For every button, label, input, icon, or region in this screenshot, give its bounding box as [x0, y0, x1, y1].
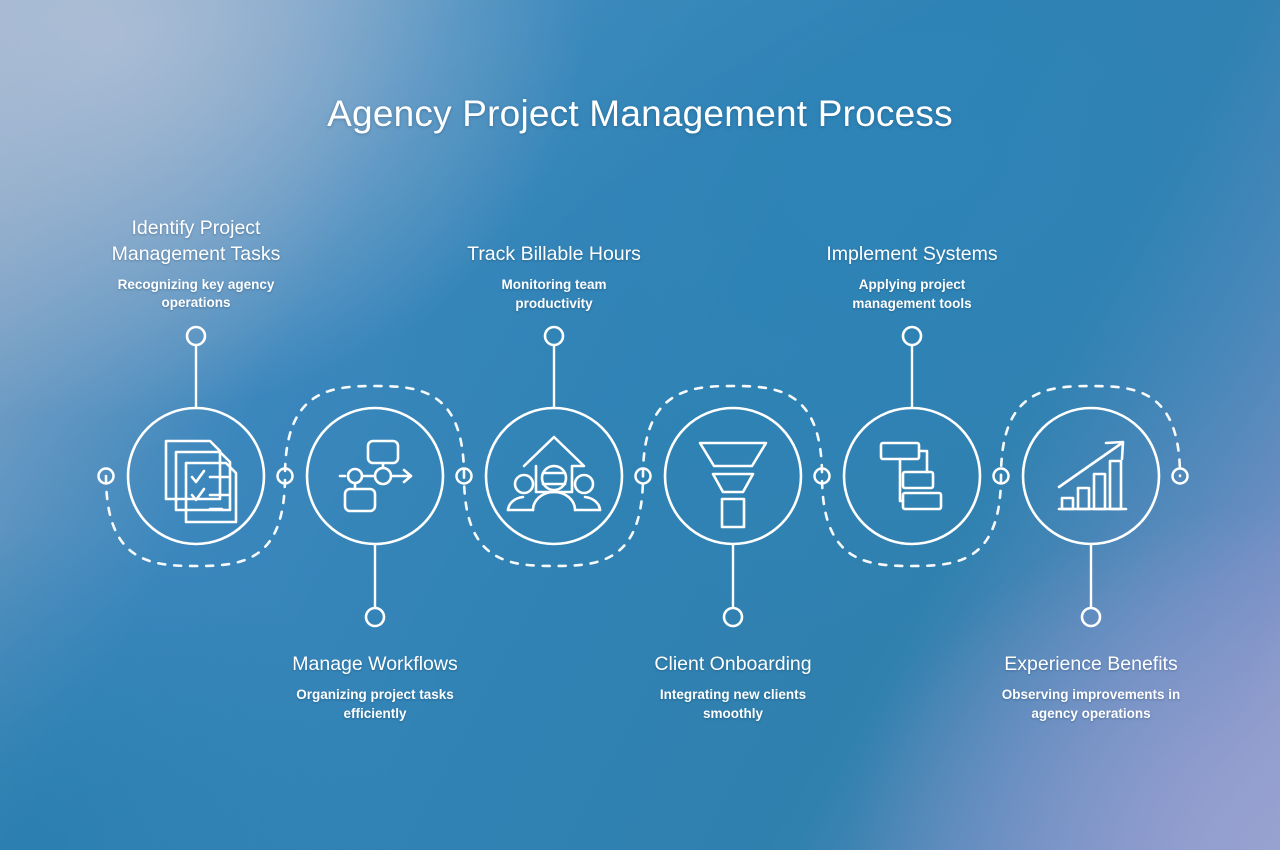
infographic-canvas: Agency Project Management Process Identi…	[0, 0, 1280, 850]
step-label-2: Manage Workflows Organizing project task…	[250, 652, 500, 723]
step-title-5: Implement Systems	[826, 243, 998, 265]
step-desc-4: Integrating new clients smoothly	[659, 686, 807, 721]
step-label-4: Client Onboarding Integrating new client…	[608, 652, 858, 723]
page-title: Agency Project Management Process	[327, 93, 953, 134]
documents-checklist-icon	[164, 439, 238, 524]
workflow-diagram-icon	[338, 439, 413, 513]
step-title-3: Track Billable Hours	[467, 243, 641, 265]
step-title-2: Manage Workflows	[292, 653, 458, 675]
step-circle-1	[126, 406, 266, 546]
step-circle-4	[663, 406, 803, 546]
funnel-icon	[698, 441, 768, 529]
step-circle-6	[1021, 406, 1161, 546]
step-title-6: Experience Benefits	[1004, 653, 1178, 675]
step-circle-3	[484, 406, 624, 546]
step-desc-2: Organizing project tasks efficiently	[296, 686, 454, 721]
step-label-5: Implement Systems Applying project manag…	[787, 242, 1037, 313]
dashed-connector-path	[104, 384, 1182, 568]
step-desc-6: Observing improvements in agency operati…	[1001, 686, 1181, 721]
step-desc-5: Applying project management tools	[852, 276, 972, 311]
step-desc-1: Recognizing key agency operations	[117, 276, 275, 311]
step-label-3: Track Billable Hours Monitoring team pro…	[429, 242, 679, 313]
team-growth-icon	[506, 435, 602, 512]
step-label-6: Experience Benefits Observing improvemen…	[958, 652, 1224, 723]
step-title-4: Client Onboarding	[654, 653, 812, 675]
step-title-1: Identify Project Management Tasks	[111, 217, 281, 265]
step-circle-5	[842, 406, 982, 546]
step-desc-3: Monitoring team productivity	[501, 276, 607, 311]
gantt-chart-icon	[879, 441, 943, 511]
growth-bar-chart-icon	[1057, 440, 1128, 511]
step-label-1: Identify Project Management Tasks Recogn…	[71, 216, 321, 313]
